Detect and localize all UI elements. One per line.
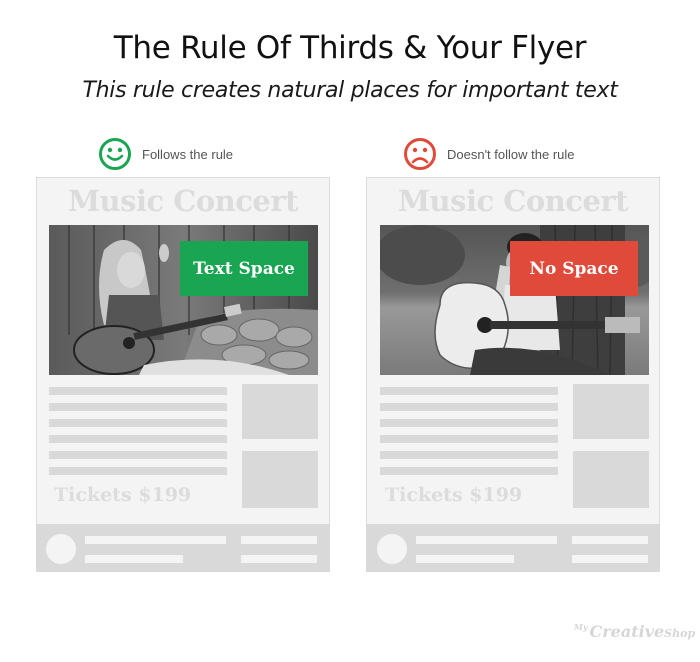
text-placeholder-line <box>49 419 227 427</box>
smiley-face-icon <box>99 138 131 170</box>
sad-face-icon <box>404 138 436 170</box>
brand-suffix: Shop <box>664 627 696 640</box>
text-placeholder-line <box>49 451 227 459</box>
footer-line <box>572 536 648 544</box>
logo-placeholder <box>46 534 76 564</box>
text-placeholder-line <box>380 451 558 459</box>
legend-doesnt-follow-rule: Doesn't follow the rule <box>403 137 575 171</box>
brand-my: My <box>574 622 588 632</box>
flyer-heading: Music Concert <box>67 184 299 218</box>
text-placeholder-line <box>380 403 558 411</box>
text-placeholder-line <box>380 387 558 395</box>
image-placeholder-box <box>242 384 318 439</box>
text-placeholder-line <box>49 467 227 475</box>
flyer-footer <box>36 524 330 572</box>
text-placeholder-line <box>49 435 227 443</box>
page-title: The Rule Of Thirds & Your Flyer <box>113 30 587 66</box>
footer-line <box>241 555 317 563</box>
no-space-tag: No Space <box>510 241 638 296</box>
text-placeholder-line <box>380 467 558 475</box>
footer-line <box>85 555 183 563</box>
logo-placeholder <box>377 534 407 564</box>
footer-line <box>416 536 557 544</box>
legend-label: Follows the rule <box>142 146 234 162</box>
text-space-tag: Text Space <box>180 241 308 296</box>
image-placeholder-box <box>573 384 649 439</box>
flyer-good-example: Music Concert Text Space Tickets $199 <box>36 177 330 572</box>
legend-label: Doesn't follow the rule <box>447 146 575 162</box>
text-placeholder-line <box>49 387 227 395</box>
text-placeholder-line <box>49 403 227 411</box>
legend-follows-rule: Follows the rule <box>98 137 233 171</box>
text-placeholder-line <box>380 435 558 443</box>
footer-line <box>85 536 226 544</box>
brand-name: Creative <box>589 622 665 641</box>
page-subtitle: This rule creates natural places for imp… <box>82 78 618 103</box>
image-placeholder-box <box>242 451 318 508</box>
footer-line <box>416 555 514 563</box>
footer-line <box>241 536 317 544</box>
brand-logo: My CreativeShop <box>574 622 695 641</box>
flyer-footer <box>366 524 660 572</box>
tickets-price: Tickets $199 <box>385 484 523 506</box>
flyer-heading: Music Concert <box>397 184 629 218</box>
footer-line <box>572 555 648 563</box>
text-placeholder-line <box>380 419 558 427</box>
tickets-price: Tickets $199 <box>54 484 192 506</box>
image-placeholder-box <box>573 451 649 508</box>
flyer-bad-example: Music Concert No Space Tickets $199 <box>366 177 660 572</box>
